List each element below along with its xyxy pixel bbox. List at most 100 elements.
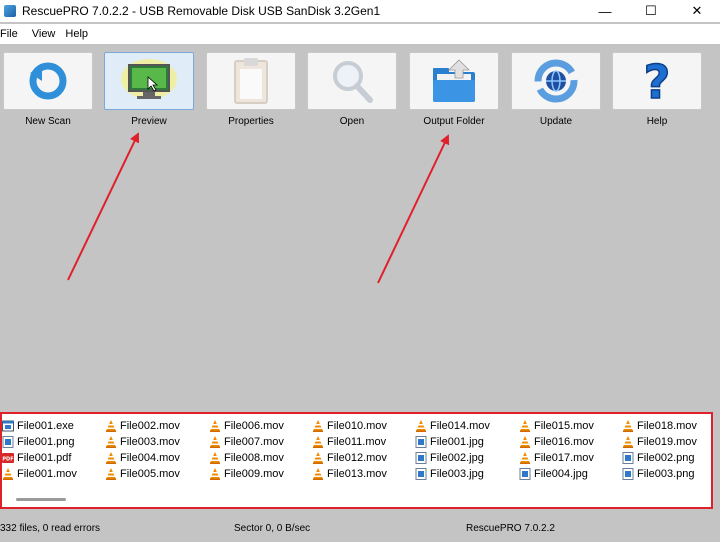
update-icon [534,59,578,103]
file-name: File001.jpg [430,436,484,448]
file-name: File011.mov [327,436,387,448]
open-icon [333,61,373,103]
menu-help[interactable]: Help [65,28,94,40]
file-item[interactable]: File009.mov [209,466,284,482]
file-name: File001.pdf [17,452,72,464]
file-name: File016.mov [534,436,594,448]
open-label: Open [339,116,365,127]
file-name: File006.mov [224,420,284,432]
vlc-file-icon [622,436,637,448]
vlc-file-icon [519,436,534,448]
file-name: File012.mov [327,452,387,464]
vlc-file-icon [312,420,327,432]
vlc-file-icon [415,420,430,432]
file-item[interactable]: File004.mov [105,450,180,466]
status-version: RescuePRO 7.0.2.2 [466,523,555,534]
file-item[interactable]: File003.jpg [415,466,490,482]
file-item[interactable]: File001.jpg [415,434,490,450]
image-file-icon [622,452,637,464]
horizontal-scrollbar[interactable] [16,498,66,501]
file-item[interactable]: File003.mov [105,434,180,450]
file-item[interactable]: PDF File001.pdf [2,450,77,466]
open-button[interactable]: Open [307,52,397,132]
help-button[interactable]: ? Help [612,52,702,132]
file-name: File010.mov [327,420,387,432]
file-item[interactable]: File008.mov [209,450,284,466]
file-name: File013.mov [327,468,387,480]
file-name: File005.mov [120,468,180,480]
file-name: File007.mov [224,436,284,448]
new-scan-button[interactable]: New Scan [3,52,93,132]
file-list-panel: File001.exe File001.png PDF File001.pdf File… [0,412,713,509]
file-column: File010.mov File011.mov File012.mov File013… [312,418,387,482]
file-item[interactable]: File017.mov [519,450,594,466]
file-name: File002.mov [120,420,180,432]
vlc-file-icon [105,420,120,432]
pdf-file-icon: PDF [2,452,17,464]
file-item[interactable]: File003.png [622,466,697,482]
vlc-file-icon [105,452,120,464]
vlc-file-icon [519,420,534,432]
file-item[interactable]: File007.mov [209,434,284,450]
file-item[interactable]: File013.mov [312,466,387,482]
file-column: File006.mov File007.mov File008.mov File009… [209,418,284,482]
file-item[interactable]: File015.mov [519,418,594,434]
update-label: Update [539,116,573,127]
image-file-icon [415,468,430,480]
file-name: File014.mov [430,420,490,432]
file-name: File003.mov [120,436,180,448]
file-item[interactable]: File011.mov [312,434,387,450]
output-folder-button[interactable]: Output Folder [409,52,499,132]
vlc-file-icon [312,468,327,480]
file-item[interactable]: File001.exe [2,418,77,434]
file-column: File002.mov File003.mov File004.mov File005… [105,418,180,482]
preview-icon [121,59,177,99]
minimize-button[interactable]: — [582,0,628,22]
menu-view[interactable]: View [32,28,62,40]
file-item[interactable]: File010.mov [312,418,387,434]
image-file-icon [415,436,430,448]
output-folder-icon [433,59,475,102]
output-folder-label: Output Folder [423,116,485,127]
file-name: File017.mov [534,452,594,464]
status-file-count: 332 files, 0 read errors [0,523,101,534]
arrow-to-output-folder [377,134,450,284]
vlc-file-icon [312,436,327,448]
file-column: File015.mov File016.mov File017.mov File004… [519,418,594,482]
file-name: File003.jpg [430,468,484,480]
vlc-file-icon [209,452,224,464]
file-name: File001.png [17,436,75,448]
file-item[interactable]: File012.mov [312,450,387,466]
file-name: File015.mov [534,420,594,432]
exe-file-icon [2,420,17,432]
file-name: File004.mov [120,452,180,464]
file-item[interactable]: File001.png [2,434,77,450]
maximize-button[interactable]: ☐ [628,0,674,22]
help-label: Help [646,116,668,127]
file-name: File002.png [637,452,695,464]
file-item[interactable]: File002.mov [105,418,180,434]
close-button[interactable]: ✕ [674,0,720,22]
file-item[interactable]: File001.mov [2,466,77,482]
vlc-file-icon [105,468,120,480]
vlc-file-icon [209,468,224,480]
file-item[interactable]: File019.mov [622,434,697,450]
file-item[interactable]: File002.png [622,450,697,466]
preview-button[interactable]: Preview [104,52,194,132]
menu-file[interactable]: File [0,28,24,40]
file-item[interactable]: File014.mov [415,418,490,434]
vlc-file-icon [105,436,120,448]
update-button[interactable]: Update [511,52,601,132]
file-item[interactable]: File016.mov [519,434,594,450]
file-name: File008.mov [224,452,284,464]
new-scan-label: New Scan [25,116,71,127]
file-item[interactable]: File005.mov [105,466,180,482]
file-item[interactable]: File002.jpg [415,450,490,466]
file-item[interactable]: File006.mov [209,418,284,434]
properties-button[interactable]: Properties [206,52,296,132]
arrow-to-preview [67,132,140,281]
image-file-icon [622,468,637,480]
file-item[interactable]: File018.mov [622,418,697,434]
file-item[interactable]: File004.jpg [519,466,594,482]
image-file-icon [2,436,17,448]
